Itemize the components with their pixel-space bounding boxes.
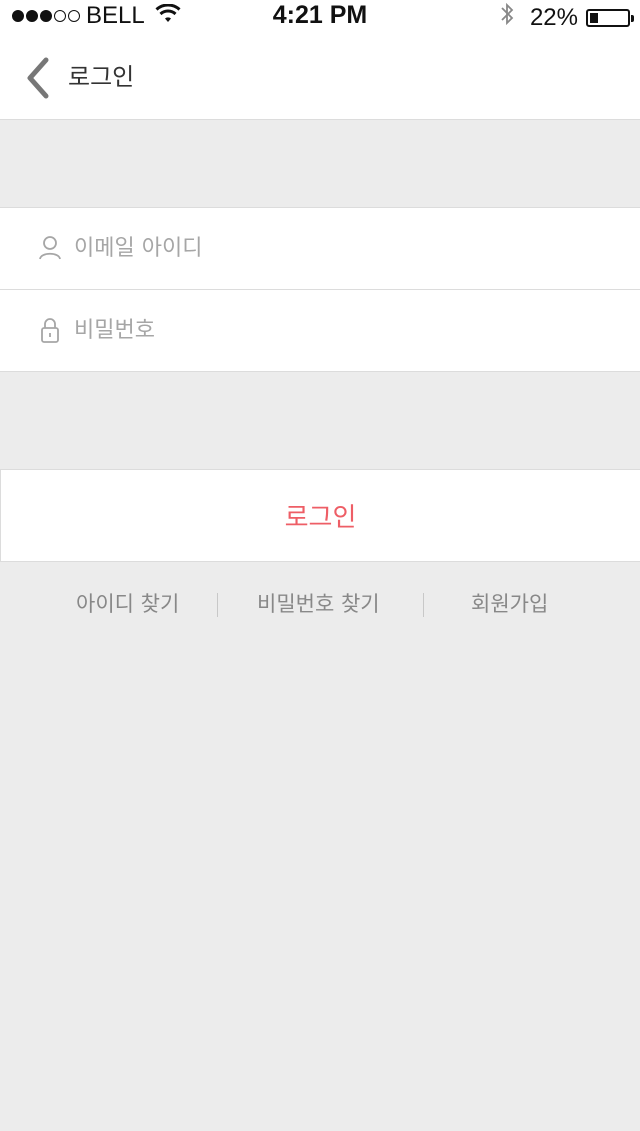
helper-links: 아이디 찾기 비밀번호 찾기 회원가입 — [0, 580, 640, 630]
login-form — [0, 207, 640, 372]
login-screen: BELL 4:21 PM 22% 로그인 이메일 아이디 로그인 아이디 찾기 … — [0, 0, 640, 1131]
bluetooth-icon — [500, 2, 514, 33]
status-bar: BELL 4:21 PM 22% — [0, 0, 640, 40]
password-row — [0, 290, 640, 371]
back-button[interactable] — [18, 54, 58, 102]
signup-link[interactable]: 회원가입 — [471, 588, 548, 620]
link-divider — [217, 593, 218, 617]
email-field[interactable] — [74, 228, 614, 268]
nav-bar: 로그인 — [0, 40, 640, 120]
email-row — [0, 208, 640, 290]
login-button-label: 로그인 — [284, 503, 357, 533]
find-password-link[interactable]: 비밀번호 찾기 — [257, 588, 380, 620]
lock-icon — [38, 316, 62, 344]
user-icon — [38, 234, 62, 262]
password-field[interactable] — [74, 310, 614, 350]
link-divider — [423, 593, 424, 617]
battery-percent: 22% — [529, 3, 578, 31]
status-right: 22% — [500, 2, 634, 33]
login-button[interactable]: 로그인 — [0, 469, 640, 562]
chevron-left-icon — [27, 57, 49, 99]
page-title: 로그인 — [68, 63, 135, 91]
battery-icon — [586, 8, 634, 27]
battery-fill — [590, 12, 598, 23]
battery-tip — [631, 14, 634, 22]
find-id-link[interactable]: 아이디 찾기 — [76, 588, 179, 620]
